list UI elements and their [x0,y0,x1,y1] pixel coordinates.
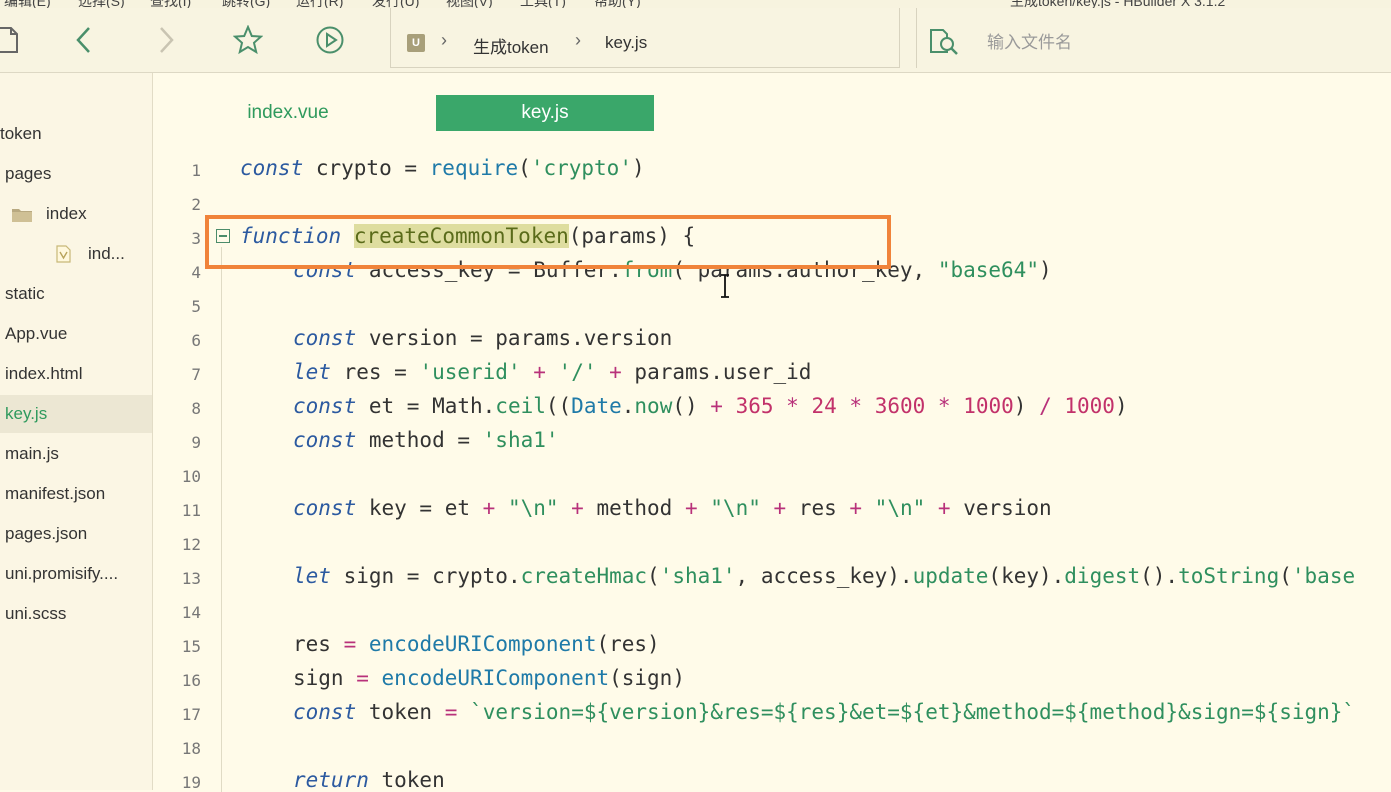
line-number: 15 [181,637,201,656]
back-icon[interactable] [66,22,102,58]
file-search [916,8,1391,68]
line-number: 14 [181,603,201,622]
tree-item-pages[interactable]: pages [5,155,51,193]
tree-item-key-js[interactable]: key.js [0,395,152,433]
line-number: 12 [181,535,201,554]
chevron-right-icon: › [441,30,447,50]
text-cursor-icon [721,274,729,298]
tree-item-index-folder[interactable]: index [12,195,142,233]
line-number: 7 [191,365,201,384]
window-title: 生成token/key.js - HBuilder X 3.1.2 [1010,0,1226,8]
run-icon[interactable] [312,22,348,58]
vue-file-icon [56,245,71,263]
annotation-highlight-box [205,215,891,269]
line-number: 5 [191,297,201,316]
code-line: res = encodeURIComponent(res) [293,632,660,656]
breadcrumb-project[interactable]: 生成token [473,33,549,58]
line-number: 3 [191,229,201,248]
fold-guide [221,247,222,792]
project-icon: U [407,34,425,52]
tree-item-main-js[interactable]: main.js [5,435,59,473]
tab-index-vue[interactable]: index.vue [238,95,338,131]
star-icon[interactable] [230,22,266,58]
line-number: 2 [191,195,201,214]
code-line: sign = encodeURIComponent(sign) [293,666,685,690]
tree-item-pages-json[interactable]: pages.json [5,515,87,553]
tree-item-static[interactable]: static [5,275,45,313]
tree-item-index-vue[interactable]: ind... [56,235,146,273]
tree-item-label: key.js [5,404,48,423]
line-number: 11 [181,501,201,520]
tree-item-index-html[interactable]: index.html [5,355,82,393]
line-number: 6 [191,331,201,350]
tree-item-uni-promisify[interactable]: uni.promisify.... [5,555,118,593]
toolbar: U › 生成token › key.js [0,8,1391,73]
code-line: const crypto = require('crypto') [240,156,645,180]
project-tree: token pages index ind... static App.vue … [0,73,153,790]
code-line: const version = params.version [293,326,673,350]
chevron-right-icon: › [575,30,581,50]
file-search-input[interactable] [985,32,1369,54]
menu-publish[interactable]: 发行(U) [372,0,419,8]
menu-goto[interactable]: 跳转(G) [222,0,270,8]
menu-tools[interactable]: 工具(T) [520,0,566,8]
line-number: 9 [191,433,201,452]
folder-icon [12,209,32,222]
tree-item-uni-scss[interactable]: uni.scss [5,595,66,633]
tab-key-js[interactable]: key.js [436,95,654,131]
code-line: return token [293,768,445,792]
forward-icon[interactable] [148,22,184,58]
tree-item-label: index [46,204,87,223]
code-line: const method = 'sha1' [293,428,559,452]
menu-edit[interactable]: 编辑(E) [4,0,51,8]
menu-select[interactable]: 选择(S) [78,0,125,8]
menu-find[interactable]: 查找(I) [150,0,191,8]
code-editor[interactable]: index.vue key.js 1 2 3 4 5 6 7 8 9 10 11… [153,73,1391,792]
tree-item-app-vue[interactable]: App.vue [5,315,67,353]
line-number: 18 [181,739,201,758]
line-number: 8 [191,399,201,418]
code-line: const et = Math.ceil((Date.now() + 365 *… [293,394,1128,418]
line-number: 4 [191,263,201,282]
new-file-icon[interactable] [0,22,26,58]
menu-run[interactable]: 运行(R) [296,0,343,8]
file-search-icon[interactable] [929,28,961,56]
line-number: 13 [181,569,201,588]
line-number: 16 [181,671,201,690]
menu-help[interactable]: 帮助(Y) [594,0,641,8]
line-number: 1 [191,161,201,180]
tree-item-label: ind... [88,244,125,263]
tree-item-manifest-json[interactable]: manifest.json [5,475,105,513]
code-line: let res = 'userid' + '/' + params.user_i… [293,360,812,384]
tree-item-token[interactable]: token [0,115,42,153]
code-line: const key = et + "\n" + method + "\n" + … [293,496,1052,520]
breadcrumb-file[interactable]: key.js [605,33,647,53]
line-number: 19 [181,773,201,792]
code-line: let sign = crypto.createHmac('sha1', acc… [293,564,1356,588]
line-number: 10 [181,467,201,486]
menu-view[interactable]: 视图(V) [446,0,493,8]
breadcrumb: U › 生成token › key.js [390,8,900,68]
line-number: 17 [181,705,201,724]
menu-bar: 编辑(E) 选择(S) 查找(I) 跳转(G) 运行(R) 发行(U) 视图(V… [0,0,1391,8]
code-line: const token = `version=${version}&res=${… [293,700,1356,724]
